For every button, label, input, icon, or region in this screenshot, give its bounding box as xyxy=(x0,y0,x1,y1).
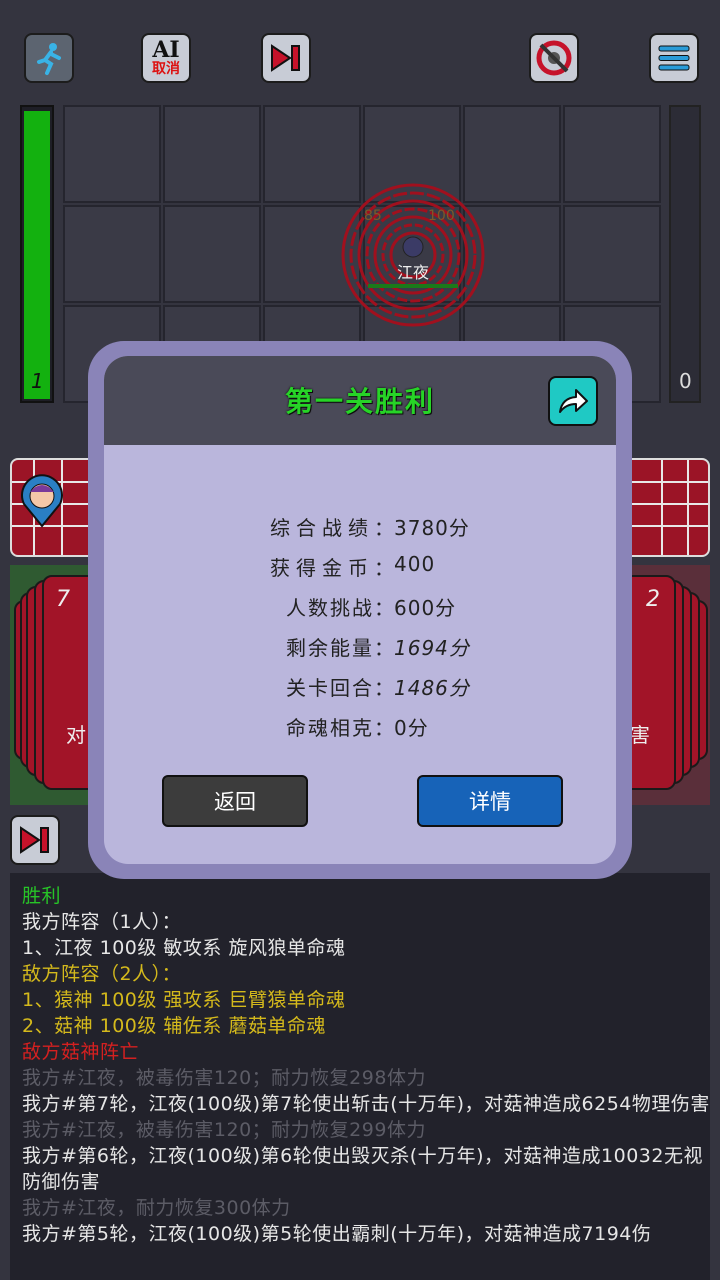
menu-button[interactable] xyxy=(649,33,699,83)
dialog-title: 第一关胜利 xyxy=(284,385,435,418)
stat-label: 人数挑战 xyxy=(286,596,374,620)
share-button[interactable] xyxy=(548,376,598,426)
enemy-tag-right: 100 xyxy=(428,208,455,224)
dialog-body: 第一关胜利 综合战绩 ： 3780分 获得金币 ： 400 人数挑战 ： 600… xyxy=(104,356,616,864)
player-energy-bar: 1 xyxy=(20,105,54,403)
stat-colon: ： xyxy=(374,676,395,700)
stat-label: 获得金币 xyxy=(270,556,374,580)
log-line: 敌方阵容（2人）： xyxy=(22,963,182,985)
back-button-label: 返回 xyxy=(214,790,256,814)
victory-dialog: 第一关胜利 综合战绩 ： 3780分 获得金币 ： 400 人数挑战 ： 600… xyxy=(88,341,632,879)
ai-label: AI xyxy=(152,37,180,63)
stat-value: 1486分 xyxy=(394,676,470,700)
grid-cell[interactable] xyxy=(163,105,261,203)
log-line: 1、江夜 100级 敏攻系 旋风狼单命魂 xyxy=(22,937,346,959)
log-line: 我方阵容（1人）： xyxy=(22,911,182,933)
grid-cell[interactable] xyxy=(563,205,661,303)
card-text: 害 xyxy=(630,723,650,747)
stat-label: 关卡回合 xyxy=(286,676,374,700)
vortex-effect-icon xyxy=(341,183,485,327)
log-line: 我方#江夜，被毒伤害120；耐力恢复298体力 xyxy=(22,1067,426,1089)
share-arrow-icon xyxy=(559,389,588,413)
target-button[interactable] xyxy=(529,33,579,83)
back-button[interactable]: 返回 xyxy=(162,775,308,827)
skip-forward-icon xyxy=(20,826,49,854)
enemy-energy-value: 0 xyxy=(679,369,692,393)
stat-label: 剩余能量 xyxy=(286,636,374,660)
avatar[interactable] xyxy=(20,474,64,528)
player-energy-value: 1 xyxy=(31,369,44,393)
stat-colon: ： xyxy=(374,636,395,660)
detail-button[interactable]: 详情 xyxy=(417,775,563,827)
stat-colon: ： xyxy=(374,556,395,580)
card-count: 2 xyxy=(646,587,660,612)
stat-colon: ： xyxy=(374,516,395,540)
grid-cell[interactable] xyxy=(63,105,161,203)
stat-value: 3780分 xyxy=(394,516,470,540)
skip-turn-button[interactable] xyxy=(10,815,60,865)
enemy-energy-bar: 0 xyxy=(669,105,701,403)
menu-icon xyxy=(658,45,690,71)
cancel-label: 取消 xyxy=(152,61,180,77)
log-line: 我方#第5轮，江夜(100级)第5轮使出霸刺(十万年)，对菇神造成7194伤 xyxy=(22,1223,652,1245)
log-line: 我方#江夜，耐力恢复300体力 xyxy=(22,1197,291,1219)
stat-value: 400 xyxy=(394,552,436,576)
target-icon xyxy=(536,40,572,76)
run-button[interactable] xyxy=(24,33,74,83)
dialog-header: 第一关胜利 xyxy=(104,356,616,445)
grid-cell[interactable] xyxy=(63,205,161,303)
detail-button-label: 详情 xyxy=(469,790,511,814)
enemy-name: 江夜 xyxy=(396,263,429,282)
card-text: 对 xyxy=(66,723,86,747)
enemy-unit[interactable]: 85 100 江夜 xyxy=(340,182,486,328)
log-line: 1、猿神 100级 强攻系 巨臂猿单命魂 xyxy=(22,989,346,1011)
log-line: 我方#第6轮，江夜(100级)第6轮使出毁灭杀(十万年)，对菇神造成10032无… xyxy=(22,1145,703,1193)
stat-label: 综合战绩 xyxy=(270,516,374,540)
log-line: 我方#江夜，被毒伤害120；耐力恢复299体力 xyxy=(22,1119,426,1141)
stat-value: 1694分 xyxy=(394,636,470,660)
stat-label: 命魂相克 xyxy=(286,716,374,740)
stat-colon: ： xyxy=(374,716,395,740)
stat-value: 0分 xyxy=(394,716,429,740)
log-line: 胜利 xyxy=(22,885,62,907)
ai-cancel-button[interactable]: AI 取消 xyxy=(141,33,191,83)
grid-cell[interactable] xyxy=(563,105,661,203)
log-line: 我方#第7轮，江夜(100级)第7轮使出斩击(十万年)，对菇神造成6254物理伤… xyxy=(22,1093,710,1115)
skip-button[interactable] xyxy=(261,33,311,83)
enemy-tag-left: 85 xyxy=(364,208,382,224)
grid-cell[interactable] xyxy=(163,205,261,303)
log-line: 敌方菇神阵亡 xyxy=(22,1041,140,1063)
card-count: 7 xyxy=(56,587,70,612)
skip-forward-icon xyxy=(271,44,300,72)
battle-log[interactable]: 胜利 我方阵容（1人）： 1、江夜 100级 敏攻系 旋风狼单命魂 敌方阵容（2… xyxy=(10,873,710,1280)
player-energy-fill xyxy=(24,111,50,399)
log-line: 2、菇神 100级 辅佐系 蘑菇单命魂 xyxy=(22,1015,326,1037)
stat-colon: ： xyxy=(374,596,395,620)
avatar-portrait-icon xyxy=(21,474,63,528)
running-man-icon xyxy=(37,43,61,75)
stat-value: 600分 xyxy=(394,596,457,620)
